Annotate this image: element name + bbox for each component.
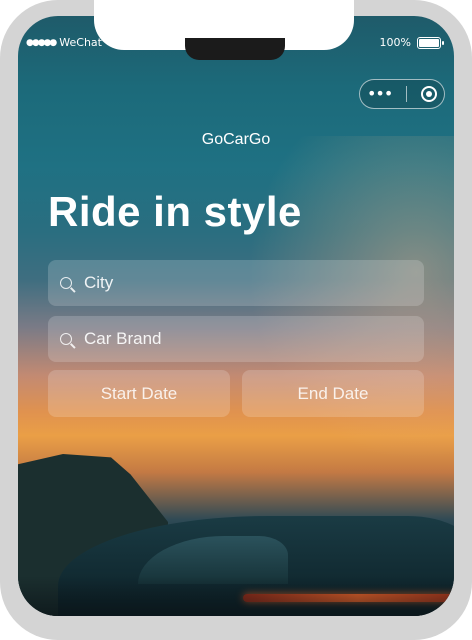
end-date-button[interactable]: End Date [242,370,424,417]
end-date-label: End Date [297,383,369,403]
miniprogram-capsule: ••• [359,79,445,109]
app-title: GoCarGo [201,131,271,148]
battery-icon [417,36,441,49]
battery-tip [442,40,444,45]
more-dots-icon[interactable]: ••• [367,86,393,102]
target-close-icon[interactable] [421,86,438,102]
start-date-button[interactable]: Start Date [48,370,230,417]
city-placeholder: City [84,273,114,292]
status-bar-left: ●●●●● WeChat [26,36,118,49]
carrier-label: WeChat [59,36,102,49]
signal-icon: ●●●●● [26,37,57,48]
status-bar-right: 100% [380,36,444,49]
search-icon [60,333,72,345]
search-icon [60,277,72,289]
bottom-shadow [18,576,454,616]
capsule-divider [406,86,408,102]
start-date-label: Start Date [100,383,178,403]
phone-speaker [185,38,285,60]
hero-heading: Ride in style [48,188,302,235]
car-brand-input[interactable]: Car Brand [48,316,424,362]
wifi-icon [106,36,118,49]
sunset-glow [234,136,454,476]
city-input[interactable]: City [48,260,424,306]
car-brand-placeholder: Car Brand [84,329,162,348]
battery-percent: 100% [379,36,411,49]
